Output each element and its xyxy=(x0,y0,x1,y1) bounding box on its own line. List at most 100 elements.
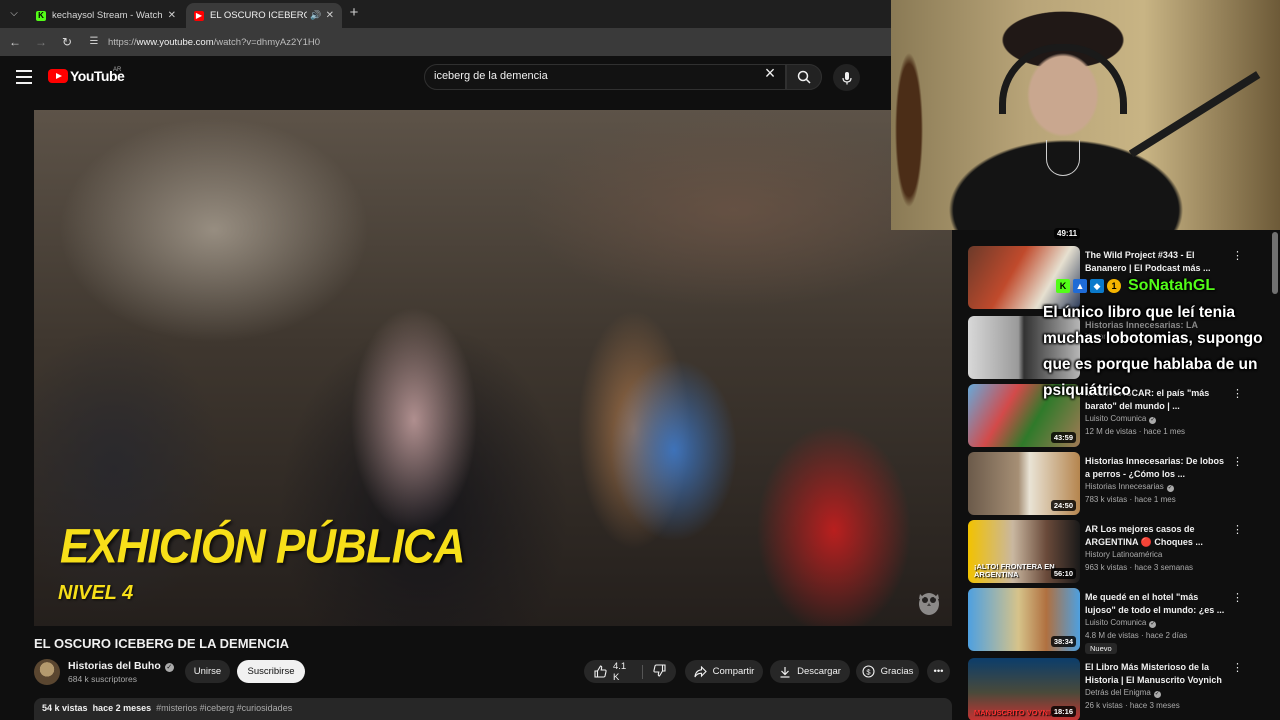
new-tab-plus-icon[interactable]: + xyxy=(346,5,362,21)
more-vertical-icon[interactable]: ⋮ xyxy=(1232,251,1243,262)
thanks-label: Gracias xyxy=(880,666,914,677)
forward-arrow-icon[interactable]: → xyxy=(30,31,52,53)
view-count: 54 k vistas xyxy=(42,703,88,713)
like-dislike-group: 4.1 K xyxy=(584,660,676,683)
description-box[interactable]: 54 k vistas hace 2 meses #misterios #ice… xyxy=(34,698,952,720)
channel-name: Historias del Buho xyxy=(68,660,161,672)
video-overlay-title: EXHICIÓN PÚBLICA xyxy=(60,519,465,574)
recommendation-channel: Luisito Comunica ✓ xyxy=(1085,618,1157,628)
new-badge: Nuevo xyxy=(1085,643,1117,654)
recommendation-stats: 26 k vistas · hace 3 meses xyxy=(1085,701,1180,710)
dislike-button[interactable] xyxy=(643,660,676,683)
recommendation-stats: 4.8 M de vistas · hace 2 días xyxy=(1085,631,1188,640)
search-button[interactable] xyxy=(786,64,822,90)
video-thumbnail[interactable]: 38:34 xyxy=(968,588,1080,651)
like-count: 4.1 K xyxy=(613,660,627,683)
youtube-masthead: YouTube AR × xyxy=(0,56,891,102)
kick-badge-icon: K xyxy=(1056,279,1070,293)
close-tab-icon[interactable]: ✕ xyxy=(326,10,334,21)
recommendation-stats: 783 k vistas · hace 1 mes xyxy=(1085,495,1176,504)
recommendation-item[interactable]: MANUSCRITO VOYNICH 18:16 El Libro Más Mi… xyxy=(968,658,1278,720)
recommendation-channel: Historias Innecesarias ✓ xyxy=(1085,482,1174,492)
reload-icon[interactable]: ↻ xyxy=(56,31,78,53)
download-label: Descargar xyxy=(797,666,841,677)
browser-tab-youtube[interactable]: ▶ EL OSCURO ICEBERG DE LA 🔊 ✕ xyxy=(186,3,342,28)
close-tab-icon[interactable]: ✕ xyxy=(168,10,176,21)
youtube-favicon-icon: ▶ xyxy=(194,10,204,21)
channel-label: Historias Innecesarias xyxy=(1085,482,1164,491)
gift-badge-icon: ◆ xyxy=(1090,279,1104,293)
tab-search-chevron-icon[interactable]: ⌵ xyxy=(4,4,24,24)
recommendation-stats: 963 k vistas · hace 3 semanas xyxy=(1085,563,1194,572)
video-player[interactable]: EXHICIÓN PÚBLICA NIVEL 4 xyxy=(34,110,952,626)
url-scheme: https:// xyxy=(108,36,137,48)
verified-check-icon: ✓ xyxy=(1153,691,1161,698)
search-box xyxy=(424,64,786,90)
super-thanks-icon: $ xyxy=(862,665,875,678)
video-duration: 38:34 xyxy=(1050,636,1076,647)
more-vertical-icon[interactable]: ⋮ xyxy=(1232,457,1243,468)
download-button[interactable]: Descargar xyxy=(770,660,850,683)
recommendation-title[interactable]: The Wild Project #343 - El Bananero | El… xyxy=(1085,249,1225,275)
tab-title: kechaysol Stream - Watch Live o xyxy=(52,10,164,21)
subscribe-button[interactable]: Suscribirse xyxy=(237,660,305,683)
hashtags: #misterios #iceberg #curiosidades xyxy=(156,703,293,713)
recommendation-title[interactable]: AR Los mejores casos de ARGENTINA 🔴 Choq… xyxy=(1085,523,1225,549)
svg-text:$: $ xyxy=(866,667,871,676)
microphone-icon xyxy=(841,71,852,85)
verified-check-icon: ✓ xyxy=(1166,485,1174,492)
clear-search-icon[interactable]: × xyxy=(762,64,778,82)
recommendation-channel: History Latinoamérica xyxy=(1085,550,1162,559)
site-info-icon[interactable]: ☰ xyxy=(86,34,102,50)
channel-label: History Latinoamérica xyxy=(1085,550,1163,559)
streamer-webcam xyxy=(891,0,1280,230)
back-arrow-icon[interactable]: ← xyxy=(4,31,26,53)
more-vertical-icon[interactable]: ⋮ xyxy=(1232,593,1243,604)
share-label: Compartir xyxy=(712,666,755,677)
recommendation-item[interactable]: ¡ALTO! FRONTERA EN ARGENTINA 56:10 AR Lo… xyxy=(968,520,1278,584)
upload-age: hace 2 meses xyxy=(92,703,152,713)
recommendation-item[interactable]: 38:34 Me quedé en el hotel "más lujoso" … xyxy=(968,588,1278,654)
search-input[interactable] xyxy=(434,70,754,82)
video-title: EL OSCURO ICEBERG DE LA DEMENCIA xyxy=(34,636,289,651)
recommendation-title[interactable]: Historias Innecesarias: De lobos a perro… xyxy=(1085,455,1225,481)
owl-watermark-icon xyxy=(919,593,939,615)
necklace-shape xyxy=(1046,140,1080,176)
sidebar-scrollbar[interactable] xyxy=(1272,232,1278,294)
more-vertical-icon[interactable]: ⋮ xyxy=(1232,525,1243,536)
more-actions-button[interactable]: ••• xyxy=(927,660,950,683)
channel-avatar[interactable] xyxy=(34,659,60,685)
rank-badge-icon: 1 xyxy=(1107,279,1121,293)
url-path: /watch?v=dhmyAz2Y1H0 xyxy=(213,36,321,48)
channel-label: Detrás del Enigma xyxy=(1085,688,1151,697)
description-meta: 54 k vistas hace 2 meses #misterios #ice… xyxy=(42,703,292,713)
more-vertical-icon[interactable]: ⋮ xyxy=(1232,663,1243,674)
browser-tab-kick[interactable]: K kechaysol Stream - Watch Live o ✕ xyxy=(28,3,184,28)
voice-search-button[interactable] xyxy=(833,64,860,91)
video-thumbnail[interactable]: MANUSCRITO VOYNICH 18:16 xyxy=(968,658,1080,720)
recommendation-title[interactable]: Me quedé en el hotel "más lujoso" de tod… xyxy=(1085,591,1225,617)
channel-name-link[interactable]: Historias del Buho ✓ xyxy=(68,660,174,672)
hamburger-menu-icon[interactable] xyxy=(16,70,32,84)
channel-label: Luisito Comunica xyxy=(1085,618,1147,627)
share-button[interactable]: Compartir xyxy=(685,660,763,683)
download-icon xyxy=(779,666,791,678)
recommendation-stats: 12 M de vistas · hace 1 mes xyxy=(1085,427,1186,436)
thumbs-down-icon xyxy=(653,663,666,680)
recommendation-channel: Luisito Comunica ✓ xyxy=(1085,414,1157,424)
address-bar[interactable]: https://www.youtube.com/watch?v=dhmyAz2Y… xyxy=(108,37,320,48)
search-icon xyxy=(797,70,811,84)
recommendation-title[interactable]: El Libro Más Misterioso de la Historia |… xyxy=(1085,661,1225,687)
headphones-shape xyxy=(999,44,1127,114)
join-button[interactable]: Unirse xyxy=(185,660,230,683)
thumbnail-caption: MANUSCRITO VOYNICH xyxy=(974,708,1061,717)
thanks-button[interactable]: $ Gracias xyxy=(856,660,919,683)
country-code: AR xyxy=(113,67,122,73)
video-thumbnail[interactable]: ¡ALTO! FRONTERA EN ARGENTINA 56:10 xyxy=(968,520,1080,583)
video-duration: 43:59 xyxy=(1050,432,1076,443)
video-thumbnail[interactable]: 24:50 xyxy=(968,452,1080,515)
recommendation-item[interactable]: 24:50 Historias Innecesarias: De lobos a… xyxy=(968,452,1278,516)
like-button[interactable]: 4.1 K xyxy=(584,660,642,683)
url-host: www.youtube.com xyxy=(136,36,214,48)
audio-playing-icon[interactable]: 🔊 xyxy=(310,10,321,21)
